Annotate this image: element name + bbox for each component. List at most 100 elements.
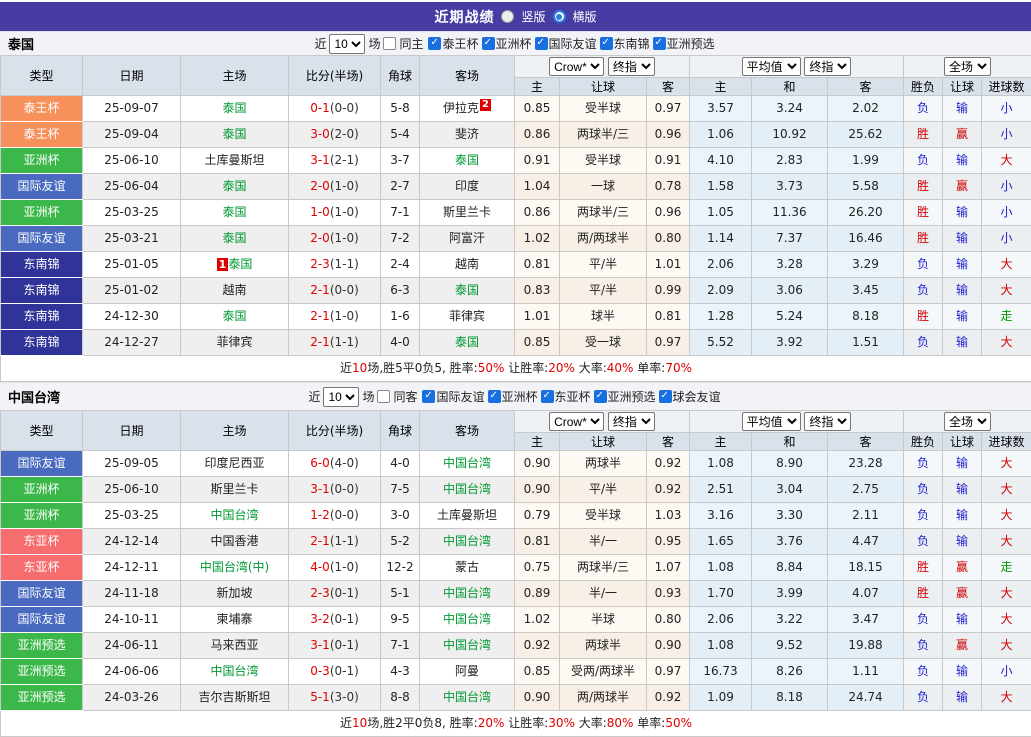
league-type-badge: 泰王杯 bbox=[1, 122, 83, 148]
result-cell: 胜 bbox=[904, 304, 943, 330]
avg-draw-cell: 11.36 bbox=[752, 200, 828, 226]
handicap-cell: 两球半/三 bbox=[560, 555, 647, 581]
avg-home-cell: 1.06 bbox=[690, 122, 752, 148]
vertical-layout-label[interactable]: 竖版 bbox=[521, 8, 545, 25]
goals-cell: 大 bbox=[982, 451, 1031, 477]
corner-cell: 1-6 bbox=[381, 304, 420, 330]
final-average-select[interactable]: 终指 bbox=[804, 412, 851, 431]
match-row: 东南锦24-12-27菲律宾2-1(1-1)4-0泰国0.85受一球0.975.… bbox=[1, 330, 1031, 356]
home-team-name: 印度尼西亚 bbox=[204, 456, 264, 470]
full-match-select[interactable]: 全场 bbox=[944, 412, 991, 431]
score-cell: 3-1(2-1) bbox=[289, 148, 381, 174]
horizontal-layout-radio[interactable] bbox=[553, 10, 566, 23]
summary-text: 大率: bbox=[575, 361, 607, 375]
recent-count-select[interactable]: 10 bbox=[329, 34, 365, 54]
league-type-badge: 亚洲杯 bbox=[1, 477, 83, 503]
full-match-select[interactable]: 全场 bbox=[944, 57, 991, 76]
section-filter-bar: 中国台湾 近 10 场 同客 国际友谊亚洲杯东亚杯亚洲预选球会友谊 bbox=[0, 382, 1031, 410]
league-checkbox[interactable] bbox=[535, 37, 548, 50]
recent-count-select[interactable]: 10 bbox=[323, 387, 359, 407]
away-team-name: 斯里兰卡 bbox=[443, 205, 491, 219]
avg-draw-cell: 9.52 bbox=[752, 633, 828, 659]
score-cell: 3-0(2-0) bbox=[289, 122, 381, 148]
date-cell: 24-12-30 bbox=[83, 304, 181, 330]
league-filter-group: 泰王杯 亚洲杯国际友谊东南锦亚洲预选 bbox=[428, 35, 716, 52]
away-team-name: 中国台湾 bbox=[443, 638, 491, 652]
full-time-score: 2-3 bbox=[310, 586, 330, 600]
section-filter-bar: 泰国 近 10 场 同主 泰王杯亚洲杯国际友谊东南锦亚洲预选 bbox=[0, 31, 1031, 55]
average-odds-select[interactable]: 平均值 bbox=[742, 57, 801, 76]
league-checkbox-label[interactable]: 亚洲预选 bbox=[667, 35, 715, 52]
league-checkbox[interactable] bbox=[653, 37, 666, 50]
col-handicap-result: 让球 bbox=[943, 78, 982, 96]
goals-cell: 大 bbox=[982, 529, 1031, 555]
result-cell: 负 bbox=[904, 633, 943, 659]
goals-cell: 大 bbox=[982, 607, 1031, 633]
full-time-score: 3-2 bbox=[310, 612, 330, 626]
avg-away-cell: 3.29 bbox=[828, 252, 904, 278]
league-checkbox-label[interactable]: 泰王杯 bbox=[442, 35, 478, 52]
date-cell: 24-10-11 bbox=[83, 607, 181, 633]
horizontal-layout-label[interactable]: 横版 bbox=[573, 8, 597, 25]
summary-text: 20% bbox=[478, 716, 505, 730]
result-cell: 负 bbox=[904, 330, 943, 356]
avg-draw-cell: 5.24 bbox=[752, 304, 828, 330]
home-team-name: 柬埔寨 bbox=[216, 612, 252, 626]
away-team-cell: 中国台湾 bbox=[420, 607, 515, 633]
handicap-cell: 一球 bbox=[560, 174, 647, 200]
odds-away-cell: 0.97 bbox=[647, 330, 690, 356]
same-venue-checkbox[interactable] bbox=[377, 390, 390, 403]
league-checkbox-label[interactable]: 国际友谊 bbox=[549, 35, 597, 52]
away-team-cell: 阿曼 bbox=[420, 659, 515, 685]
league-checkbox-label[interactable]: 亚洲杯 bbox=[502, 388, 538, 405]
league-checkbox-label[interactable]: 东亚杯 bbox=[555, 388, 591, 405]
col-handicap-result: 让球 bbox=[943, 433, 982, 451]
half-time-score: (1-1) bbox=[330, 335, 359, 349]
handicap-result-cell: 输 bbox=[943, 503, 982, 529]
league-type-badge: 东亚杯 bbox=[1, 555, 83, 581]
same-venue-checkbox[interactable] bbox=[383, 37, 396, 50]
league-checkbox-label[interactable]: 亚洲预选 bbox=[608, 388, 656, 405]
half-time-score: (1-1) bbox=[330, 534, 359, 548]
col-home: 主场 bbox=[181, 56, 289, 96]
col-score: 比分(半场) bbox=[289, 56, 381, 96]
league-checkbox[interactable] bbox=[428, 37, 441, 50]
summary-row: 近10场,胜5平0负5, 胜率:50% 让胜率:20% 大率:40% 单率:70… bbox=[1, 356, 1031, 382]
same-venue-label[interactable]: 同客 bbox=[393, 388, 417, 405]
league-checkbox[interactable] bbox=[659, 390, 672, 403]
half-time-score: (1-0) bbox=[330, 309, 359, 323]
half-time-score: (1-0) bbox=[330, 205, 359, 219]
title-bar: 近期战绩 竖版 横版 bbox=[0, 2, 1031, 31]
league-checkbox-label[interactable]: 东南锦 bbox=[614, 35, 650, 52]
away-team-name: 泰国 bbox=[455, 153, 479, 167]
vertical-layout-radio[interactable] bbox=[501, 10, 514, 23]
avg-away-cell: 18.15 bbox=[828, 555, 904, 581]
league-checkbox-label[interactable]: 球会友谊 bbox=[673, 388, 721, 405]
score-cell: 2-1(1-1) bbox=[289, 529, 381, 555]
average-odds-select[interactable]: 平均值 bbox=[742, 412, 801, 431]
avg-draw-cell: 10.92 bbox=[752, 122, 828, 148]
home-team-cell: 越南 bbox=[181, 278, 289, 304]
league-checkbox[interactable] bbox=[488, 390, 501, 403]
final-average-select[interactable]: 终指 bbox=[804, 57, 851, 76]
league-checkbox-label[interactable]: 亚洲杯 bbox=[496, 35, 532, 52]
away-team-cell: 斐济 bbox=[420, 122, 515, 148]
odds-source-select[interactable]: Crow* bbox=[549, 412, 604, 431]
league-checkbox[interactable] bbox=[541, 390, 554, 403]
final-odds-select[interactable]: 终指 bbox=[608, 412, 655, 431]
odds-source-select[interactable]: Crow* bbox=[549, 57, 604, 76]
league-checkbox[interactable] bbox=[482, 37, 495, 50]
same-venue-label[interactable]: 同主 bbox=[399, 35, 423, 52]
home-team-cell: 菲律宾 bbox=[181, 330, 289, 356]
date-cell: 25-09-04 bbox=[83, 122, 181, 148]
handicap-cell: 平/半 bbox=[560, 477, 647, 503]
league-checkbox-label[interactable]: 国际友谊 bbox=[436, 388, 484, 405]
league-checkbox[interactable] bbox=[594, 390, 607, 403]
league-checkbox[interactable] bbox=[422, 390, 435, 403]
full-time-score: 0-3 bbox=[310, 664, 330, 678]
odds-home-cell: 0.92 bbox=[515, 633, 560, 659]
team-section-chinese-taipei: 中国台湾 近 10 场 同客 国际友谊亚洲杯东亚杯亚洲预选球会友谊 类型 日期 … bbox=[0, 382, 1031, 737]
handicap-result-cell: 输 bbox=[943, 477, 982, 503]
league-checkbox[interactable] bbox=[600, 37, 613, 50]
final-odds-select[interactable]: 终指 bbox=[608, 57, 655, 76]
